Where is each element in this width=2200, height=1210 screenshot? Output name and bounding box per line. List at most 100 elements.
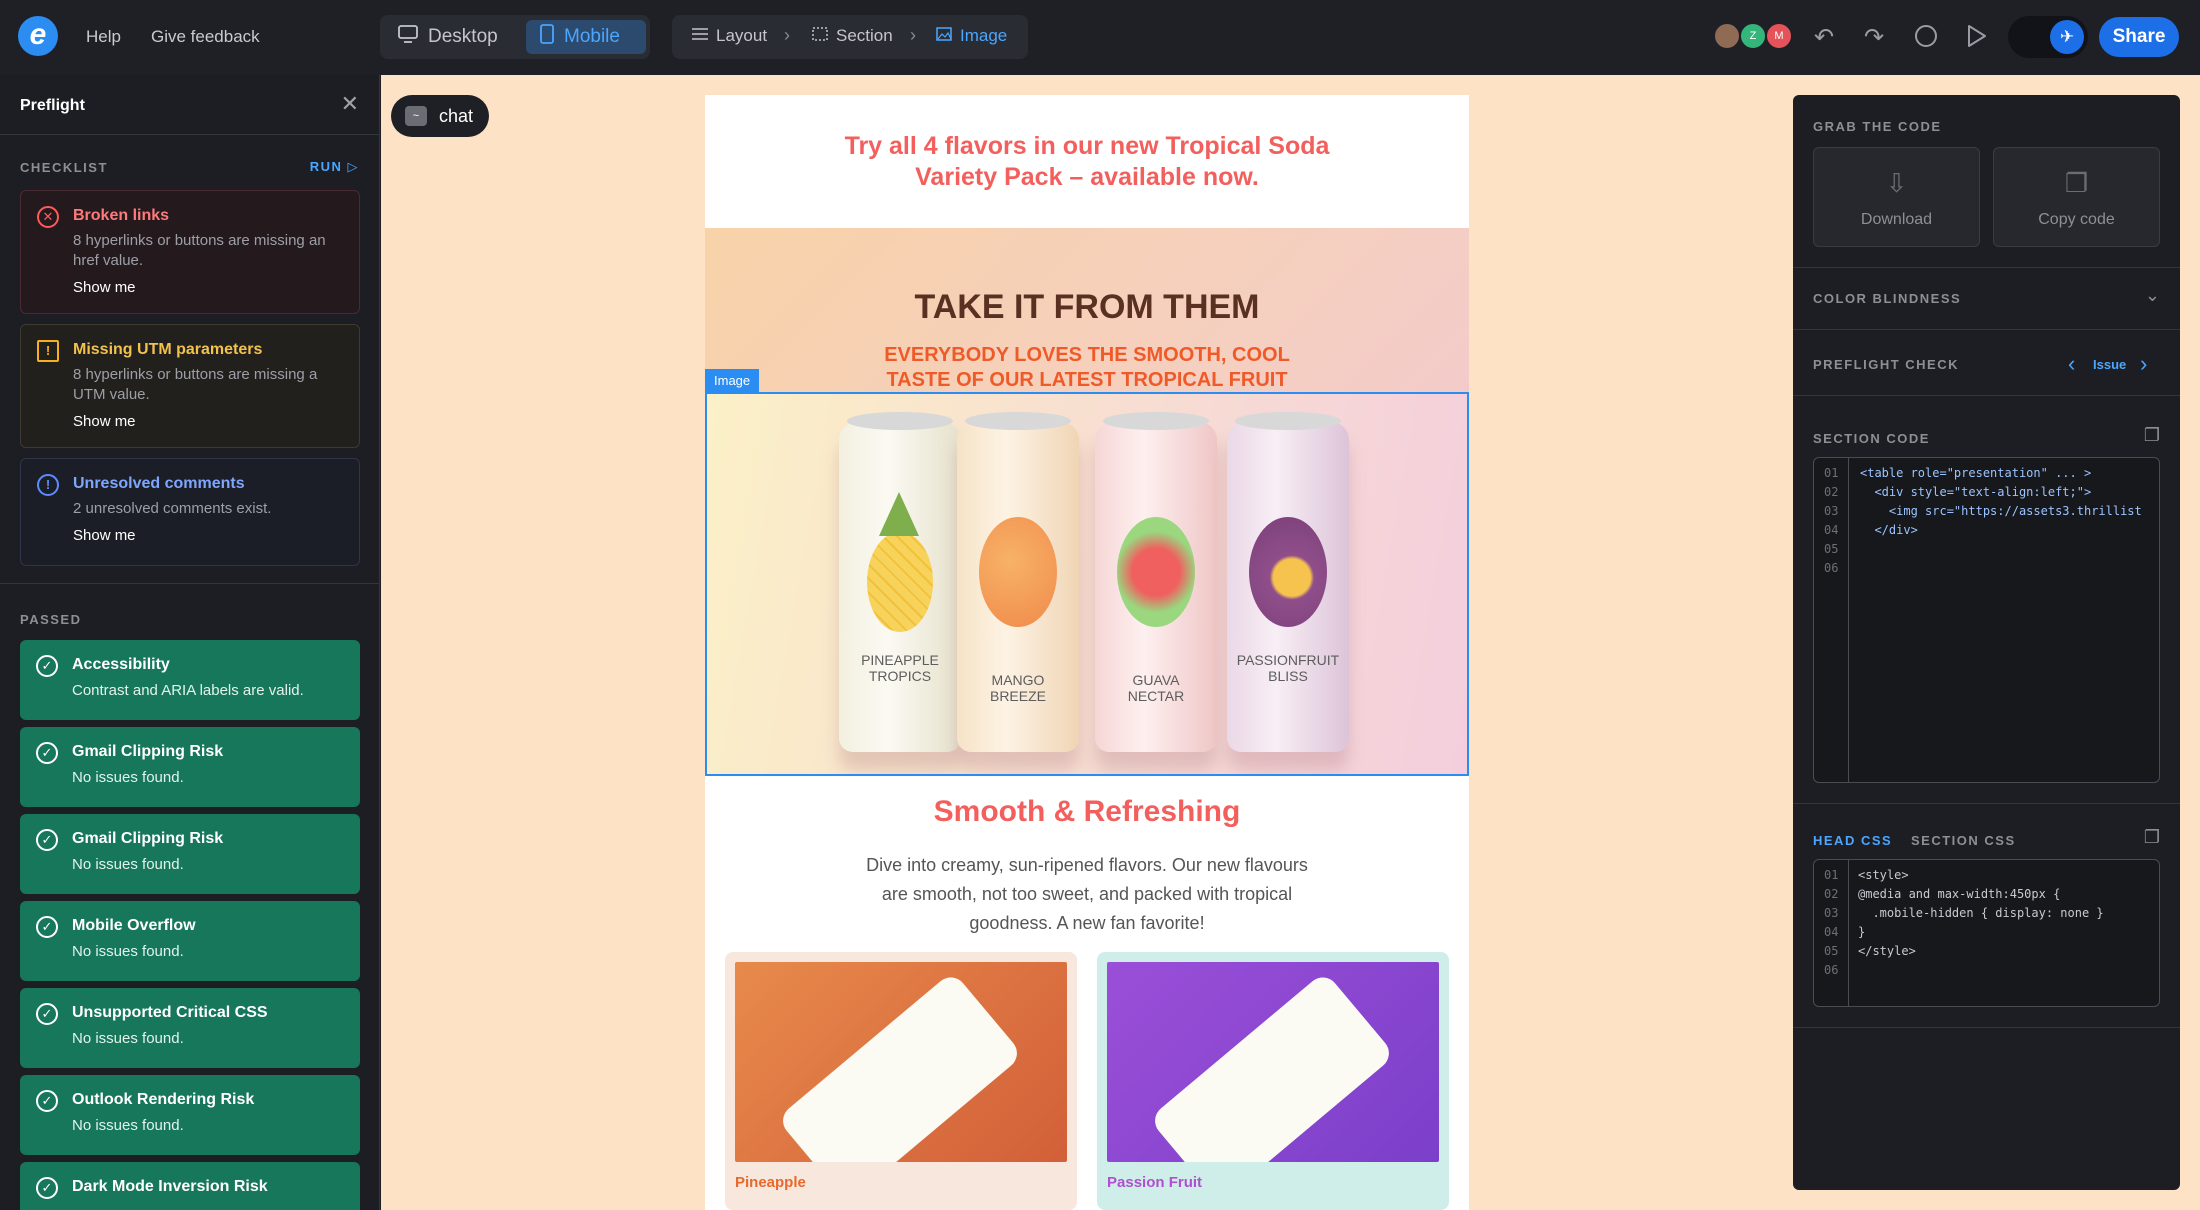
crumb-layout[interactable]: Layout [692,26,767,46]
desktop-label: Desktop [428,26,498,47]
copy-icon[interactable]: ❐ [2144,827,2160,848]
show-me-link[interactable]: Show me [73,413,343,430]
divider [1793,395,2180,396]
issue-title: Missing UTM parameters [73,341,263,358]
play-icon[interactable] [1962,24,1990,52]
tab-head-css[interactable]: HEAD CSS [1813,833,1892,848]
info-icon: ! [37,474,59,496]
hero-title: TAKE IT FROM THEM [914,288,1260,326]
warning-icon: ! [37,340,59,362]
avatar[interactable]: M [1765,22,1793,50]
passed-card[interactable]: ✓ Unsupported Critical CSS No issues fou… [20,988,360,1068]
crumb-section[interactable]: Section [812,26,893,46]
mobile-view-button[interactable]: Mobile [526,20,646,54]
grab-code-label: GRAB THE CODE [1813,119,1942,134]
help-link[interactable]: Help [86,27,121,47]
product-card-pineapple[interactable]: Pineapple [725,952,1077,1210]
passed-card[interactable]: ✓ Accessibility Contrast and ARIA labels… [20,640,360,720]
mobile-label: Mobile [564,26,620,47]
product-name: Pineapple [735,1174,806,1191]
show-me-link[interactable]: Show me [73,279,343,296]
issue-label: Issue [2093,357,2127,372]
product-image [735,962,1067,1162]
close-icon[interactable]: ✕ [341,91,359,117]
issue-desc: 2 unresolved comments exist. [73,500,272,517]
check-circle-icon: ✓ [36,1177,58,1199]
share-button[interactable]: Share [2099,17,2179,57]
check-circle-icon: ✓ [36,1090,58,1112]
chat-label: chat [439,105,474,126]
section-code-label: SECTION CODE [1813,431,1930,446]
redo-icon[interactable]: ↷ [1860,24,1888,52]
chevron-left-icon[interactable]: ‹ [2068,351,2075,377]
chevron-down-icon[interactable]: ⌄ [2145,285,2160,306]
checklist-label: CHECKLIST [20,160,108,175]
device-toggle: Desktop Mobile [380,15,650,59]
crumb-image[interactable]: Image [936,26,1007,46]
divider [1793,1027,2180,1028]
comment-icon[interactable] [1912,24,1940,52]
can-guava: GUAVA NECTAR [1095,412,1217,752]
section-body[interactable]: Dive into creamy, sun-ripened flavors. O… [855,851,1319,938]
preflight-check-label: PREFLIGHT CHECK [1813,357,1959,372]
code-panel: GRAB THE CODE ⇩ Download ❐ Copy code COL… [1793,95,2180,1190]
download-button[interactable]: ⇩ Download [1813,147,1980,247]
undo-icon[interactable]: ↶ [1810,24,1838,52]
check-circle-icon: ✓ [36,742,58,764]
issue-title: Broken links [73,207,170,224]
passionfruit-graphic [1249,517,1327,627]
product-card-passionfruit[interactable]: Passion Fruit [1097,952,1449,1210]
pineapple-graphic [867,532,933,632]
launch-toggle[interactable]: ✈ [2008,16,2088,58]
passed-card[interactable]: ✓ Dark Mode Inversion Risk [20,1162,360,1210]
copy-code-button[interactable]: ❐ Copy code [1993,147,2160,247]
color-blindness-label[interactable]: COLOR BLINDNESS [1813,291,1961,306]
monitor-icon [398,25,418,49]
css-code-editor[interactable]: 01 <style> 02 @media and max-width:450px {… [1813,859,2160,1007]
show-me-link[interactable]: Show me [73,527,343,544]
avatar[interactable] [1713,22,1741,50]
divider [0,583,379,584]
selected-image[interactable]: PINEAPPLE TROPICS MANGO BREEZE GUAVA NEC… [705,392,1469,776]
chat-button[interactable]: ~ chat [391,95,490,137]
email-preview: Try all 4 flavors in our new Tropical So… [705,95,1469,1210]
app-logo[interactable]: e [18,16,58,56]
can-passionfruit: PASSIONFRUIT BLISS [1227,412,1349,752]
mango-graphic [979,517,1057,627]
breadcrumb: Layout › Section › Image [672,15,1028,59]
check-circle-icon: ✓ [36,655,58,677]
email-header[interactable]: Try all 4 flavors in our new Tropical So… [705,95,1469,228]
issue-card-comments: ! Unresolved comments 2 unresolved comme… [20,458,360,566]
error-icon: ✕ [37,206,59,228]
divider [1793,329,2180,330]
guava-graphic [1117,517,1195,627]
passed-card[interactable]: ✓ Mobile Overflow No issues found. [20,901,360,981]
chevron-right-icon: › [910,25,916,45]
run-button[interactable]: RUN ▷ [310,159,359,175]
issue-card-broken-links: ✕ Broken links 8 hyperlinks or buttons a… [20,190,360,314]
feedback-link[interactable]: Give feedback [151,27,260,47]
passed-card[interactable]: ✓ Gmail Clipping Risk No issues found. [20,814,360,894]
check-circle-icon: ✓ [36,916,58,938]
passed-card[interactable]: ✓ Outlook Rendering Risk No issues found… [20,1075,360,1155]
chevron-right-icon[interactable]: › [2140,351,2147,377]
section-heading[interactable]: Smooth & Refreshing [705,795,1469,829]
section-code-editor[interactable]: 01 <table role="presentation" ... > 02 <d… [1813,457,2160,783]
preflight-panel: Preflight ✕ CHECKLIST RUN ▷ ✕ Broken lin… [0,75,380,1210]
tab-section-css[interactable]: SECTION CSS [1911,833,2016,848]
can-mango: MANGO BREEZE [957,412,1079,752]
passed-card[interactable]: ✓ Gmail Clipping Risk No issues found. [20,727,360,807]
rocket-icon: ✈ [2050,20,2084,54]
can-label: PASSIONFRUIT BLISS [1236,652,1340,684]
chat-icon: ~ [405,106,427,126]
hero-section[interactable]: TAKE IT FROM THEM EVERYBODY LOVES THE SM… [705,228,1469,776]
image-icon [936,26,952,46]
desktop-view-button[interactable]: Desktop [384,20,512,54]
download-icon: ⇩ [1885,168,1908,198]
copy-icon[interactable]: ❐ [2144,425,2160,446]
avatar[interactable]: Z [1739,22,1767,50]
selection-tag: Image [705,369,760,392]
check-circle-icon: ✓ [36,829,58,851]
issue-desc: 8 hyperlinks or buttons are missing a UT… [73,366,318,403]
can-label: MANGO BREEZE [989,672,1046,704]
